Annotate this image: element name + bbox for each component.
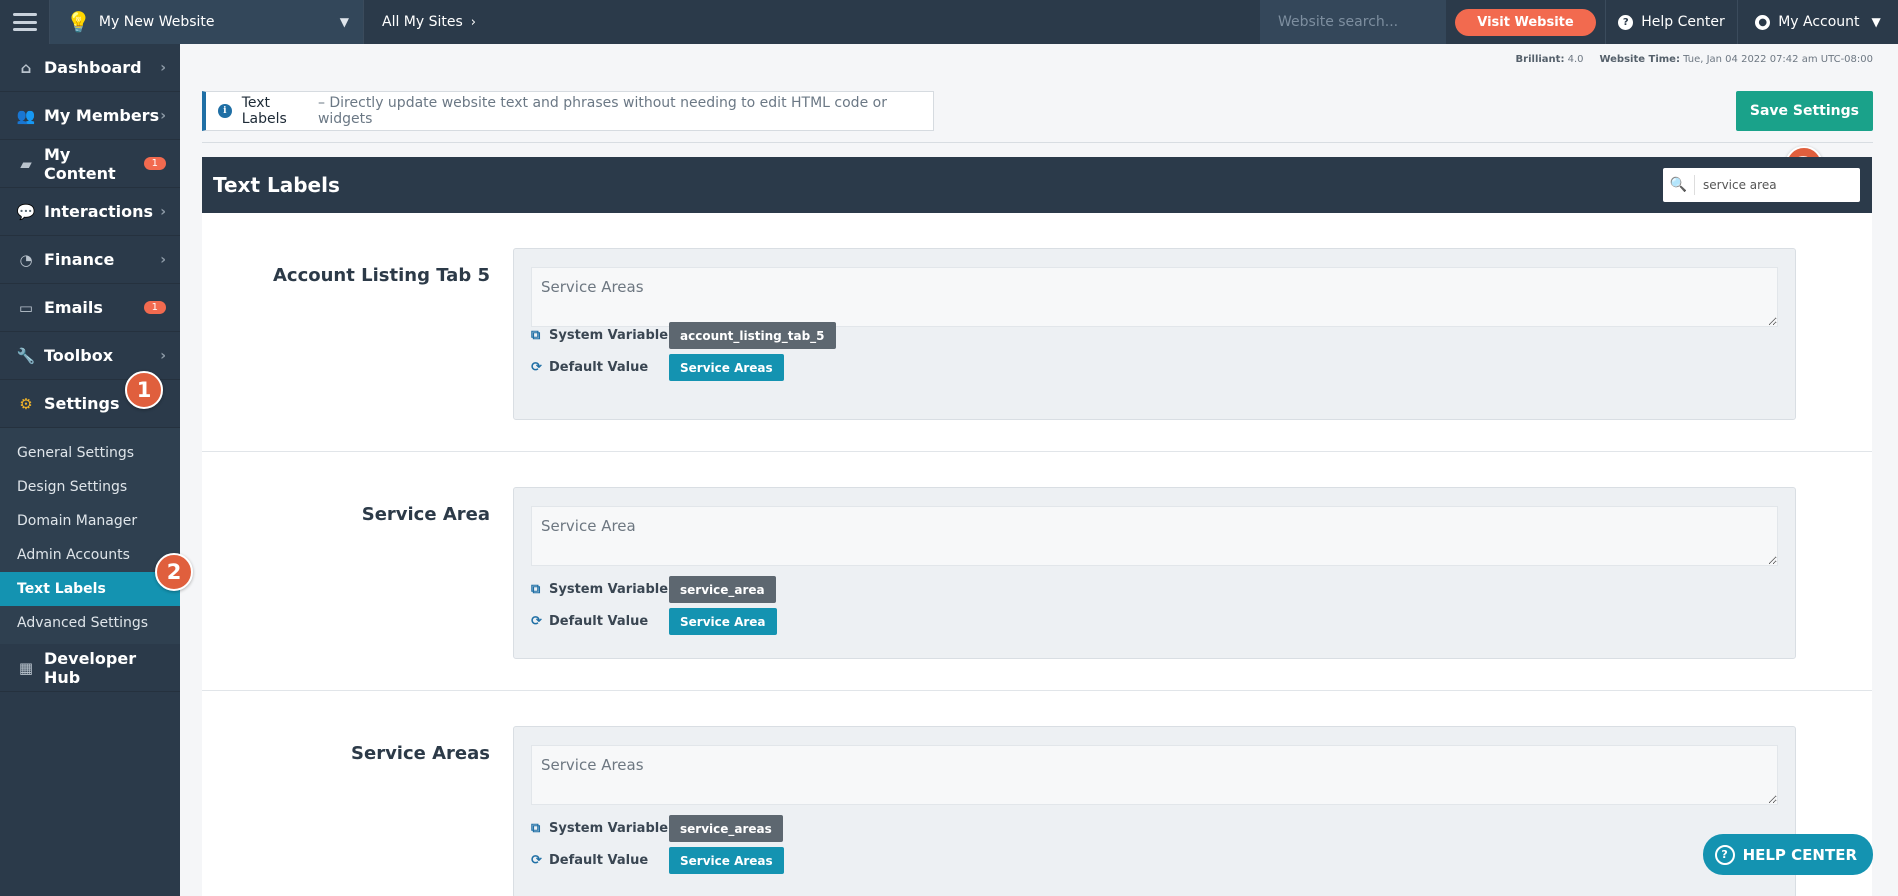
page-info-banner: i Text Labels – Directly update website … bbox=[202, 91, 934, 131]
chevron-down-icon: ▼ bbox=[339, 15, 349, 29]
panel-header: Text Labels 🔍 bbox=[202, 157, 1872, 213]
copy-icon: ⧉ bbox=[531, 821, 541, 836]
grid-icon: ▦ bbox=[18, 658, 34, 677]
help-center-label: Help Center bbox=[1641, 14, 1725, 30]
info-icon: i bbox=[218, 104, 232, 118]
question-icon: ? bbox=[1618, 14, 1634, 30]
label-card: ⧉ System Variable service_areas ⟳ Defaul… bbox=[513, 726, 1796, 896]
label-card: ⧉ System Variable account_listing_tab_5 … bbox=[513, 248, 1796, 420]
label-row: Service Area ⧉ System Variable service_a… bbox=[202, 452, 1872, 691]
chevron-down-icon: ▼ bbox=[1871, 15, 1881, 29]
label-row: Service Areas ⧉ System Variable service_… bbox=[202, 691, 1872, 896]
sidebar-item-developer-hub[interactable]: ▦ Developer Hub bbox=[0, 644, 180, 692]
sidebar-item-finance[interactable]: ◔ Finance › bbox=[0, 236, 180, 284]
main-content: Brilliant: 4.0 Website Time: Tue, Jan 04… bbox=[180, 44, 1898, 896]
visit-website-button[interactable]: Visit Website bbox=[1455, 8, 1596, 36]
chevron-right-icon: › bbox=[160, 203, 166, 220]
website-search-input[interactable] bbox=[1260, 0, 1446, 44]
site-switcher[interactable]: 💡 My New Website ▼ bbox=[50, 0, 364, 44]
sidebar-subitem-domain-manager[interactable]: Domain Manager bbox=[0, 504, 180, 538]
home-icon: ⌂ bbox=[20, 58, 32, 77]
refresh-icon: ⟳ bbox=[531, 853, 542, 868]
page-title: Text Labels bbox=[241, 95, 287, 127]
label-search-input[interactable] bbox=[1695, 178, 1860, 192]
user-circle-icon: ● bbox=[1755, 14, 1771, 30]
save-settings-button[interactable]: Save Settings bbox=[1735, 91, 1873, 131]
chevron-right-icon: › bbox=[160, 59, 166, 76]
pie-icon: ◔ bbox=[19, 250, 33, 269]
text-labels-panel: Text Labels 🔍 Account Listing Tab 5 ⧉ Sy… bbox=[202, 157, 1872, 896]
site-name: My New Website bbox=[98, 14, 215, 30]
label-value-input[interactable] bbox=[531, 745, 1778, 805]
chevron-right-icon: › bbox=[470, 14, 476, 30]
sidebar-subitem-admin-accounts[interactable]: Admin Accounts bbox=[0, 538, 180, 572]
default-value-button[interactable]: Service Areas bbox=[669, 354, 784, 381]
sidebar: ⌂ Dashboard › 👥 My Members › ▰ My Conten… bbox=[0, 44, 180, 896]
sidebar-item-emails[interactable]: ▭ Emails 1 bbox=[0, 284, 180, 332]
settings-submenu: General Settings Design Settings Domain … bbox=[0, 428, 180, 644]
sidebar-subitem-text-labels[interactable]: Text Labels bbox=[0, 572, 180, 606]
chevron-right-icon: › bbox=[160, 347, 166, 364]
system-variable-badge[interactable]: service_areas bbox=[669, 815, 783, 842]
label-search: 🔍 bbox=[1663, 168, 1860, 202]
label-card: ⧉ System Variable service_area ⟳ Default… bbox=[513, 487, 1796, 659]
all-sites-label: All My Sites bbox=[382, 14, 463, 30]
search-icon: 🔍 bbox=[1663, 175, 1695, 195]
label-row: Account Listing Tab 5 ⧉ System Variable … bbox=[202, 213, 1872, 452]
emails-count-badge: 1 bbox=[143, 301, 166, 314]
default-value-button[interactable]: Service Areas bbox=[669, 847, 784, 874]
content-count-badge: 1 bbox=[143, 157, 166, 170]
help-center-float-button[interactable]: ? HELP CENTER bbox=[1702, 834, 1873, 875]
folder-icon: ▰ bbox=[20, 154, 32, 173]
hamburger-icon bbox=[12, 13, 37, 31]
chevron-right-icon: › bbox=[160, 251, 166, 268]
wrench-icon: 🔧 bbox=[16, 346, 36, 365]
row-label: Service Area bbox=[361, 504, 490, 525]
site-meta: Brilliant: 4.0 Website Time: Tue, Jan 04… bbox=[1515, 54, 1873, 65]
copy-icon: ⧉ bbox=[531, 328, 541, 343]
top-bar: 💡 My New Website ▼ All My Sites › Visit … bbox=[0, 0, 1898, 44]
copy-icon: ⧉ bbox=[531, 582, 541, 597]
my-account-menu[interactable]: ● My Account ▼ bbox=[1738, 0, 1898, 44]
refresh-icon: ⟳ bbox=[531, 614, 542, 629]
default-value-button[interactable]: Service Area bbox=[669, 608, 777, 635]
sidebar-item-my-content[interactable]: ▰ My Content 1 bbox=[0, 140, 180, 188]
system-variable-badge[interactable]: service_area bbox=[669, 576, 776, 603]
users-icon: 👥 bbox=[16, 106, 36, 125]
sidebar-subitem-general-settings[interactable]: General Settings bbox=[0, 436, 180, 470]
chevron-right-icon: › bbox=[160, 107, 166, 124]
sidebar-subitem-advanced-settings[interactable]: Advanced Settings bbox=[0, 606, 180, 640]
help-center-link[interactable]: ? Help Center bbox=[1606, 0, 1738, 44]
label-value-input[interactable] bbox=[531, 506, 1778, 566]
panel-title: Text Labels bbox=[213, 173, 340, 197]
all-sites-link[interactable]: All My Sites › bbox=[364, 0, 479, 44]
refresh-icon: ⟳ bbox=[531, 360, 542, 375]
menu-toggle-button[interactable] bbox=[0, 0, 50, 44]
sidebar-item-my-members[interactable]: 👥 My Members › bbox=[0, 92, 180, 140]
my-account-label: My Account bbox=[1778, 14, 1860, 30]
chat-icon: 💬 bbox=[16, 202, 36, 221]
question-icon: ? bbox=[1714, 844, 1735, 865]
row-label: Account Listing Tab 5 bbox=[272, 265, 490, 286]
step-marker-1: 1 bbox=[125, 371, 163, 409]
gear-icon: ⚙ bbox=[19, 394, 33, 413]
lightbulb-icon: 💡 bbox=[66, 10, 91, 34]
inbox-icon: ▭ bbox=[18, 298, 34, 317]
row-label: Service Areas bbox=[351, 743, 490, 764]
system-variable-badge[interactable]: account_listing_tab_5 bbox=[669, 322, 836, 349]
sidebar-item-dashboard[interactable]: ⌂ Dashboard › bbox=[0, 44, 180, 92]
label-value-input[interactable] bbox=[531, 267, 1778, 327]
sidebar-subitem-design-settings[interactable]: Design Settings bbox=[0, 470, 180, 504]
sidebar-item-interactions[interactable]: 💬 Interactions › bbox=[0, 188, 180, 236]
page-description: – Directly update website text and phras… bbox=[317, 95, 887, 127]
